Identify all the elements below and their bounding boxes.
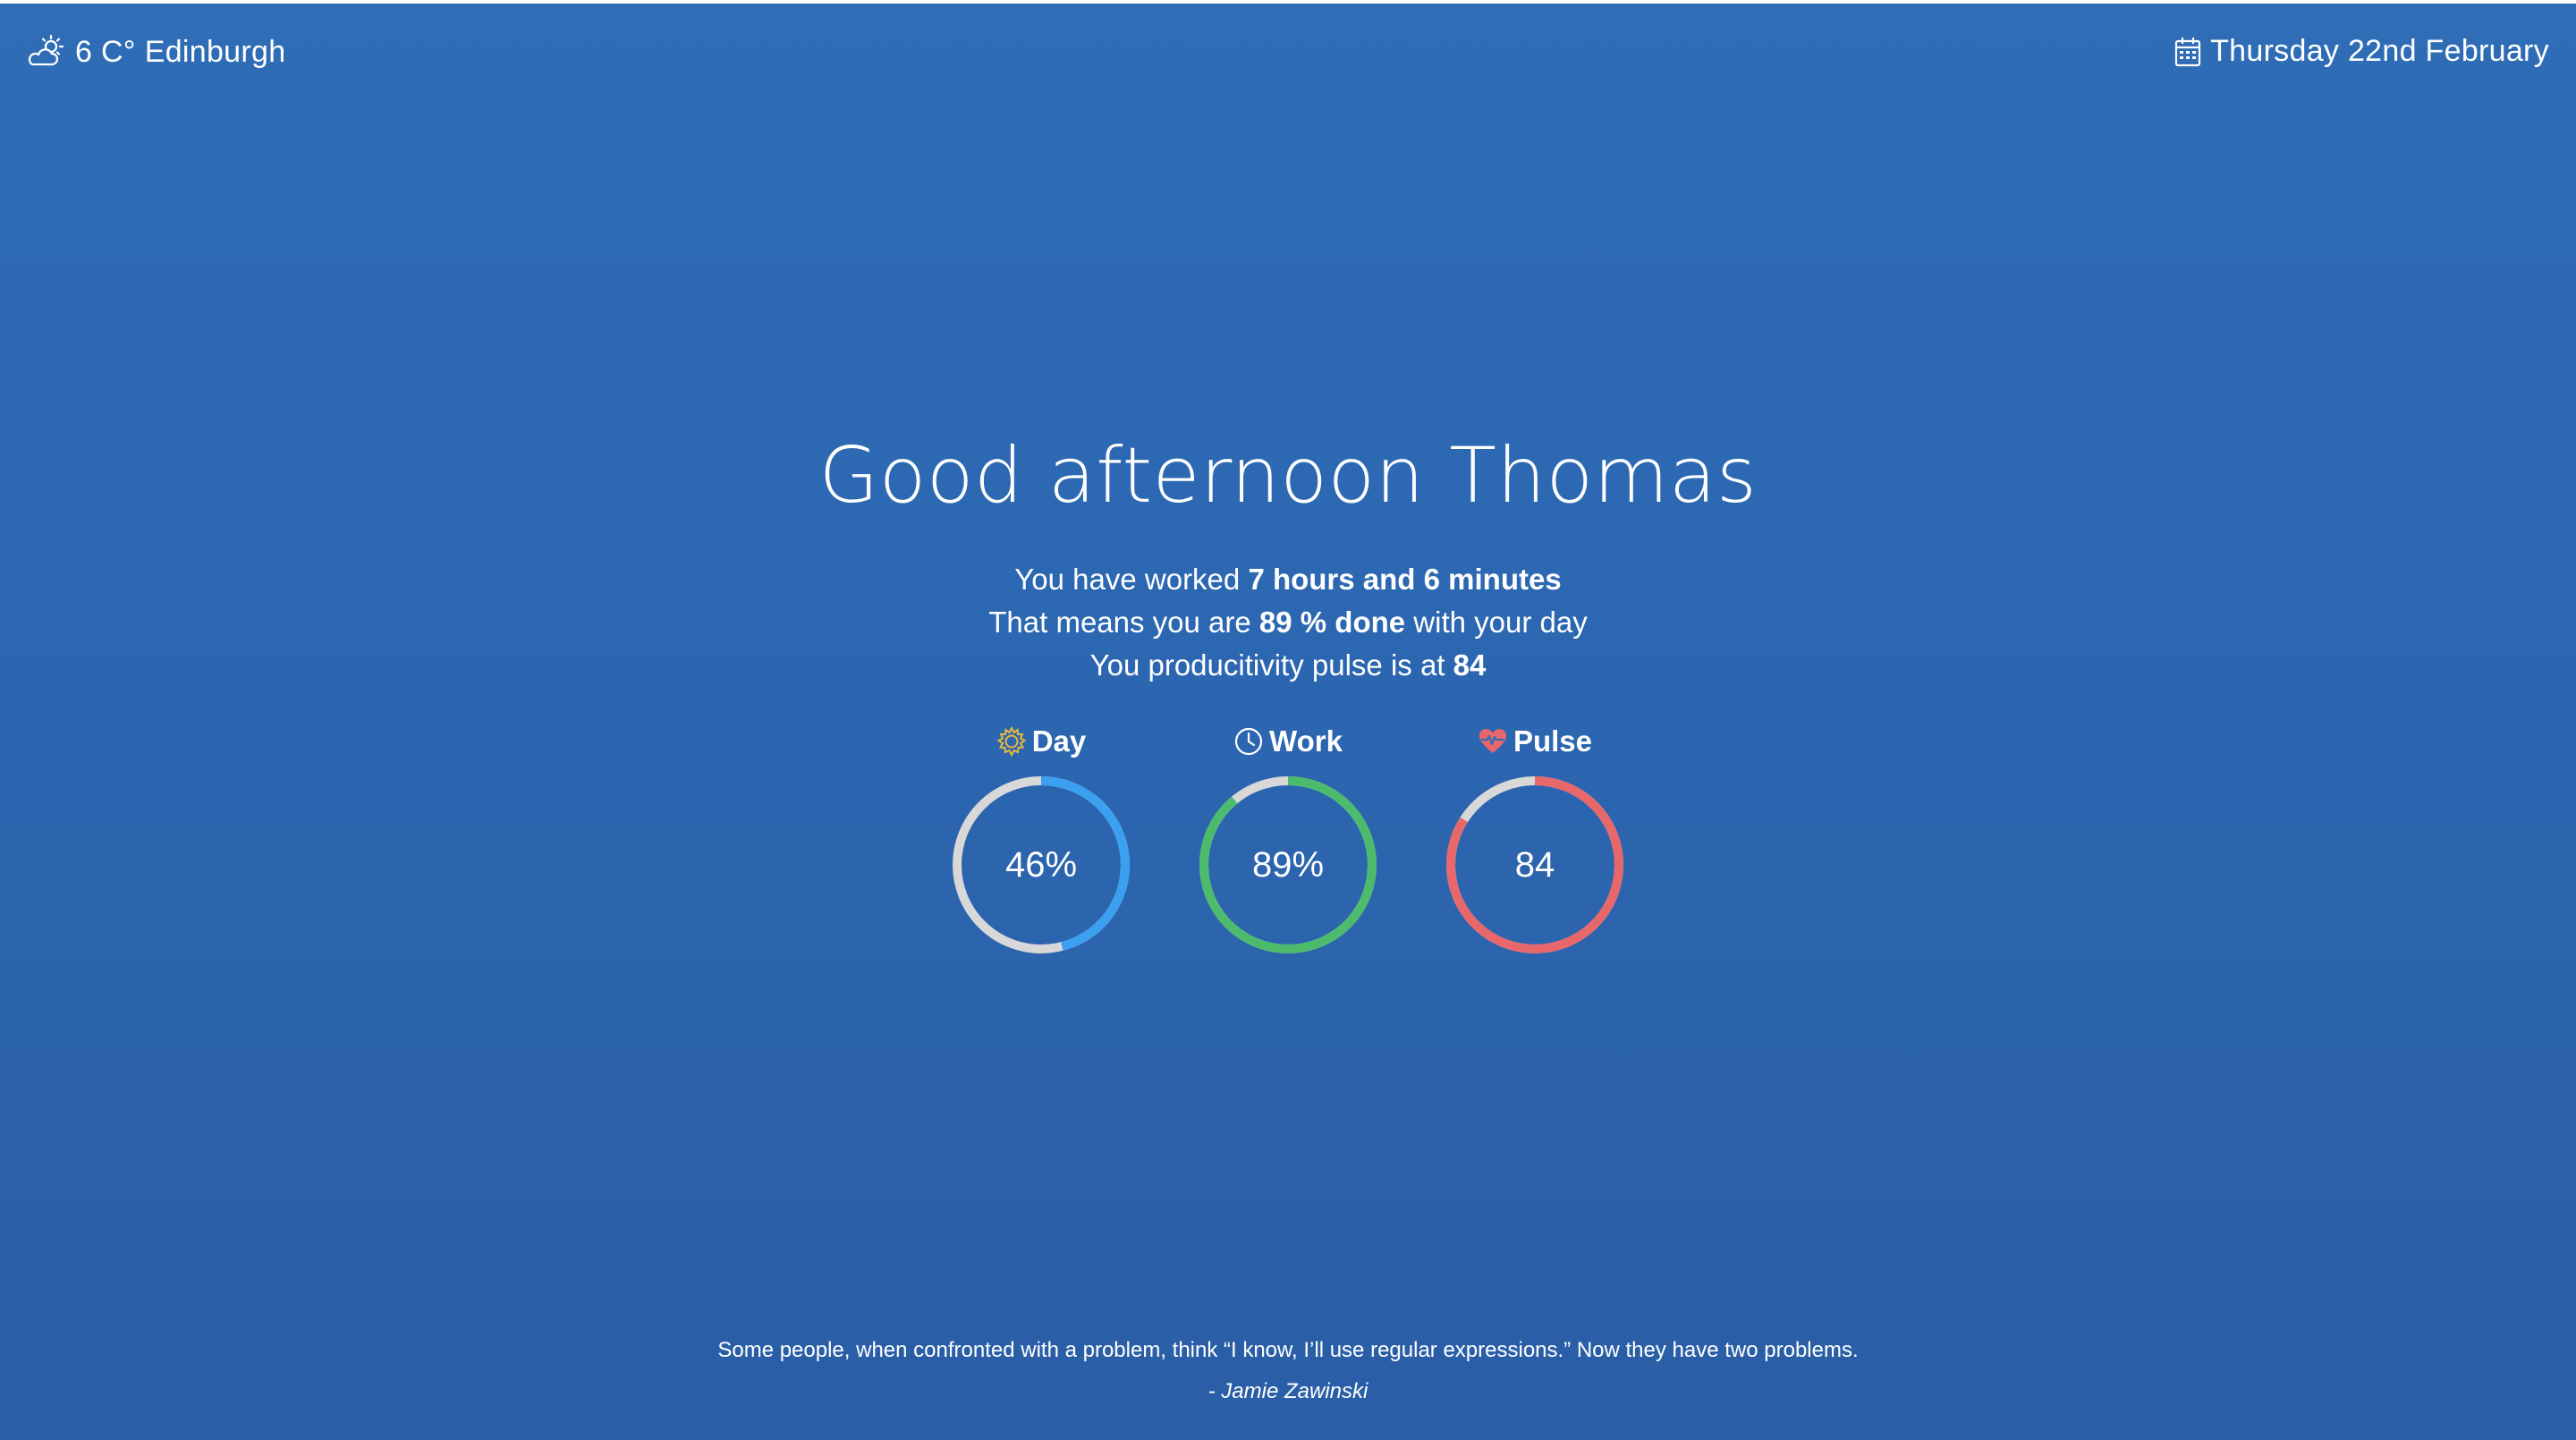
partly-cloudy-icon [28,34,64,66]
gauge-label: Day [1031,724,1087,758]
date-widget: Thursday 22nd February [2174,34,2549,69]
summary-text: with your day [1405,606,1588,639]
gauge-value: 84 [1514,845,1555,885]
gauge-ring: 84 [1445,775,1625,955]
worked-duration: 7 hours and 6 minutes [1248,563,1562,596]
work-summary: You have worked 7 hours and 6 minutes Th… [0,558,2576,687]
gauge-value: 46% [1004,845,1078,885]
summary-line-worked: You have worked 7 hours and 6 minutes [0,558,2576,601]
gauge-header: Work [1233,719,1343,764]
summary-line-done: That means you are 89 % done with your d… [0,601,2576,644]
gauge-header: Day [996,719,1087,764]
date-text: Thursday 22nd February [2210,34,2549,68]
gauge-ring: 89% [1198,775,1378,955]
dashboard-screen: 6 C° Edinburgh Thursday 22nd February Go… [0,0,2576,1440]
summary-text: You producitivity pulse is at [1089,648,1453,682]
gauges-row: Day 46% Work 89% Pulse 84 [0,719,2576,955]
calendar-icon [2174,37,2201,66]
gauge-pulse: Pulse 84 [1445,719,1625,955]
weather-widget: 6 C° Edinburgh [27,34,285,70]
summary-text: You have worked [1014,563,1249,596]
gauge-day: Day 46% [951,719,1131,955]
gauge-header: Pulse [1478,719,1592,764]
gauge-work: Work 89% [1198,719,1378,955]
gauge-label: Pulse [1513,724,1593,758]
summary-line-pulse: You producitivity pulse is at 84 [0,644,2576,687]
pulse-value: 84 [1453,648,1487,682]
city-text: Edinburgh [144,34,286,69]
summary-text: That means you are [988,606,1259,639]
done-percent: 89 % done [1258,606,1406,639]
gauge-label: Work [1269,724,1343,758]
quote-author: - Jamie Zawinski [1208,1379,1368,1403]
gauge-value: 89% [1251,845,1325,885]
temperature-text: 6 C° [75,34,136,69]
sun-icon [996,726,1027,757]
gauge-ring: 46% [951,775,1131,955]
quote-text: Some people, when confronted with a prob… [717,1338,1859,1362]
heartbeat-icon [1479,729,1506,753]
clock-icon [1234,727,1263,756]
greeting-heading: Good afternoon Thomas [818,431,1758,521]
